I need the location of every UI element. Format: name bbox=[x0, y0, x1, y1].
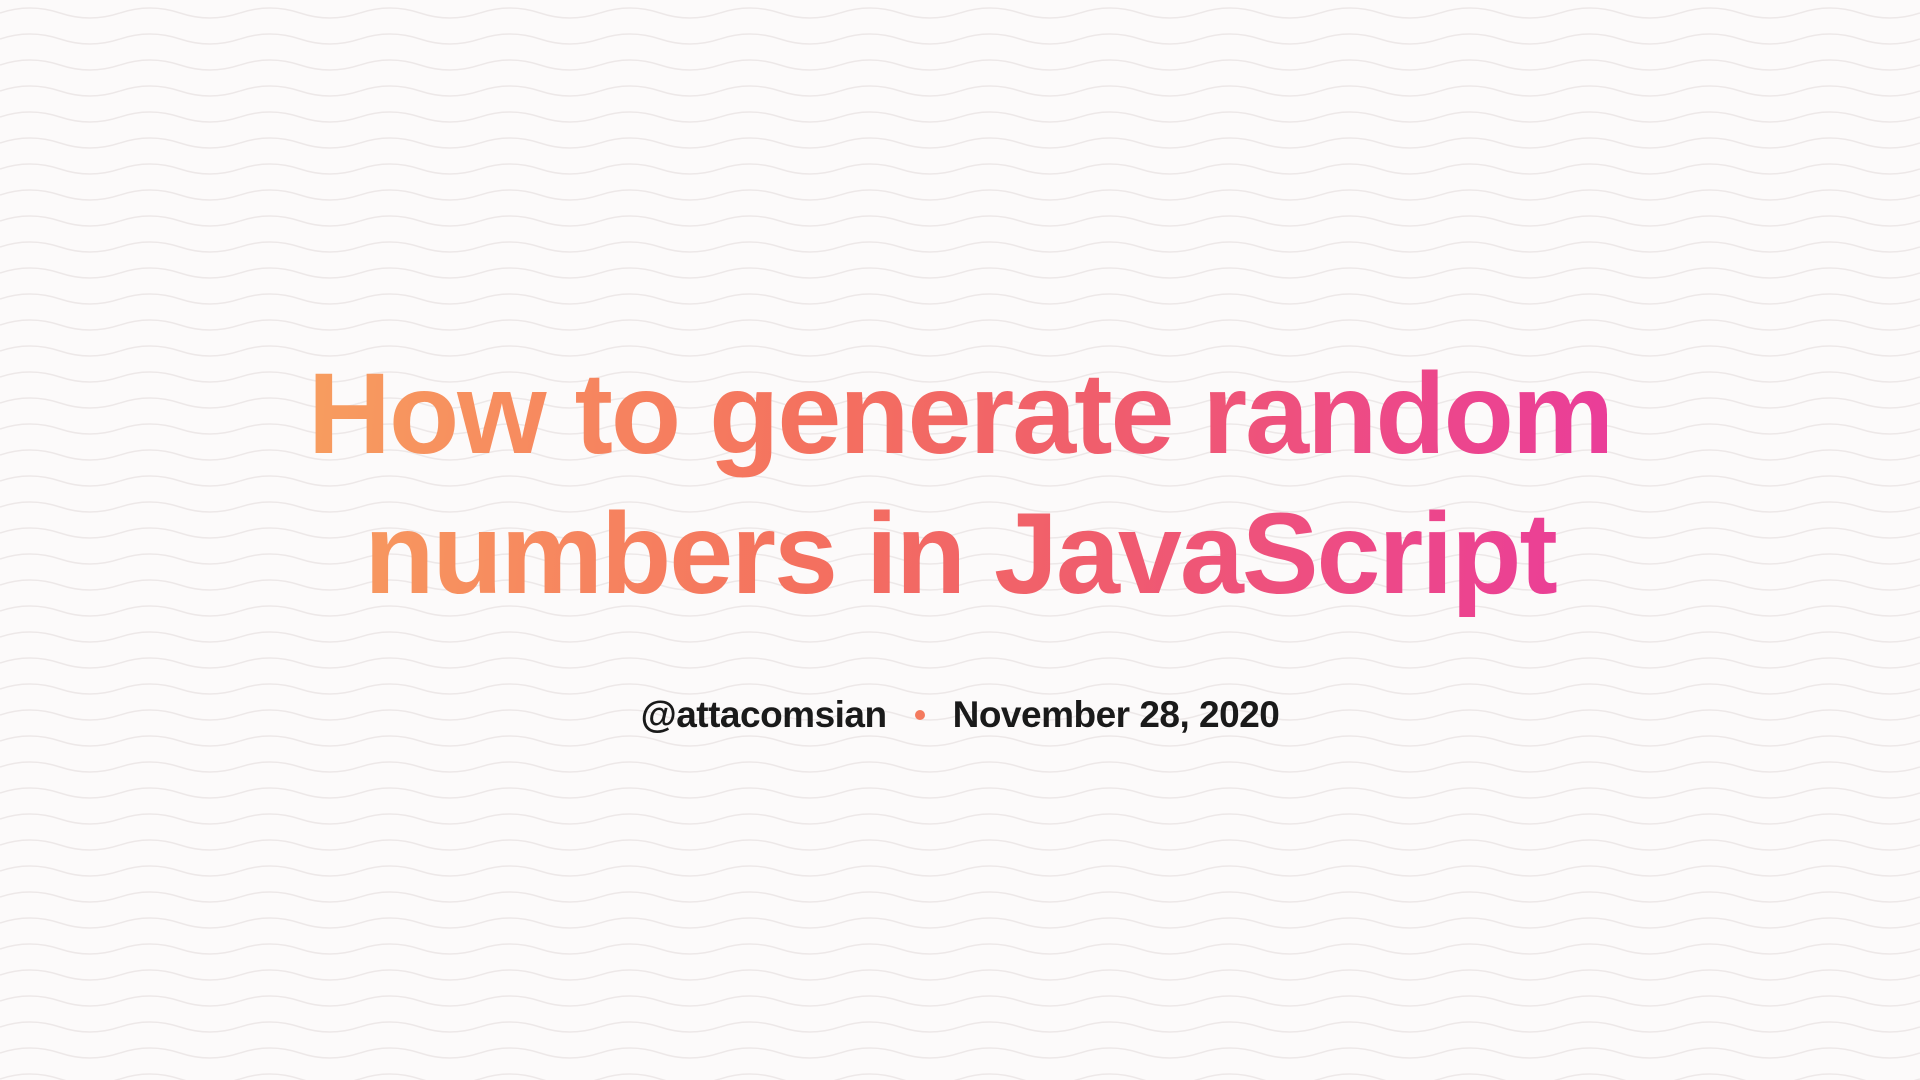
content-container: How to generate random numbers in JavaSc… bbox=[260, 344, 1660, 737]
author-handle: @attacomsian bbox=[641, 694, 887, 736]
article-title: How to generate random numbers in JavaSc… bbox=[260, 344, 1660, 625]
publish-date: November 28, 2020 bbox=[953, 694, 1280, 736]
separator-dot bbox=[915, 710, 925, 720]
article-meta: @attacomsian November 28, 2020 bbox=[260, 694, 1660, 736]
